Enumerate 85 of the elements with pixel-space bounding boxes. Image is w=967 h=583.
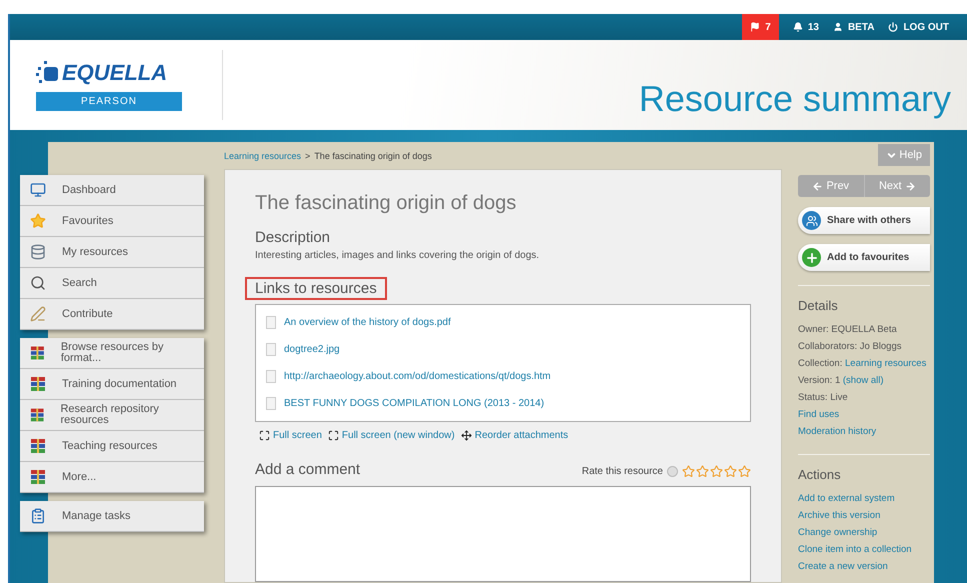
page-title: Resource summary (638, 78, 951, 120)
star-rating[interactable] (682, 465, 751, 478)
nav-item[interactable]: Training documentation (20, 369, 204, 400)
section-heading: Links to resources (245, 277, 387, 300)
rate-label: Rate this resource (582, 466, 663, 477)
people-icon (802, 211, 821, 230)
user-icon (832, 22, 843, 32)
books-icon (30, 346, 45, 360)
nav-item[interactable]: Search (20, 268, 204, 299)
nav-item[interactable]: More... (20, 462, 204, 493)
plus-icon (802, 248, 821, 267)
action-link[interactable]: Add to external system (798, 490, 930, 507)
monitor-icon (30, 182, 46, 198)
item-title: The fascinating origin of dogs (255, 192, 518, 215)
actions-heading: Actions (798, 467, 842, 482)
clipboard-icon (30, 508, 46, 524)
file-icon (266, 316, 276, 329)
section-heading: Description (255, 229, 332, 246)
user-link[interactable]: BETA (832, 14, 874, 40)
nav-item[interactable]: Favourites (20, 206, 204, 237)
star-icon (30, 213, 46, 229)
description-text: Interesting articles, images and links covering the origin of dogs. (255, 250, 540, 261)
logout-link[interactable]: LOG OUT (888, 14, 949, 40)
fullscreen-icon (259, 430, 270, 441)
nav-item[interactable]: Research repository resources (20, 400, 204, 431)
file-icon (266, 370, 276, 383)
detail-line: Status: Live (798, 391, 849, 405)
detail-link[interactable]: Moderation history (798, 423, 930, 440)
prev-button[interactable]: Prev (798, 175, 864, 197)
nav-item[interactable]: Contribute (20, 299, 204, 330)
file-icon (266, 397, 276, 410)
action-link[interactable]: Create a new version (798, 558, 930, 575)
nav-item[interactable]: My resources (20, 237, 204, 268)
move-icon (460, 430, 472, 441)
detail-line: Version: 1 (show all) (798, 374, 885, 388)
side-action-button[interactable]: Share with others (798, 207, 930, 234)
fullscreen-icon (328, 430, 339, 441)
attachment-action-link[interactable]: Full screen (new window) (328, 430, 455, 441)
books-icon (30, 470, 46, 484)
search-icon (30, 275, 46, 291)
bell-icon (792, 22, 803, 32)
flag-icon (750, 22, 760, 32)
attachment-link[interactable]: BEST FUNNY DOGS COMPILATION LONG (2013 - 2014) (284, 398, 544, 409)
attachment-link[interactable]: http://archaeology.about.com/od/domestications/qt/dogs.htm (284, 371, 551, 382)
database-icon (30, 244, 46, 260)
detail-link[interactable]: Find uses (798, 406, 930, 423)
side-action-button[interactable]: Add to favourites (798, 244, 930, 271)
detail-link[interactable]: (show all) (842, 375, 884, 386)
arrow-right-icon (904, 180, 916, 192)
attachment-link[interactable]: An overview of the history of dogs.pdf (284, 317, 451, 328)
detail-link[interactable]: Learning resources (845, 358, 926, 369)
detail-line: Collection: Learning resources (798, 357, 928, 371)
details-heading: Details (798, 298, 839, 313)
attachment-action-link[interactable]: Reorder attachments (460, 430, 568, 441)
breadcrumb-current: The fascinating origin of dogs (314, 150, 432, 160)
logo-subtitle: PEARSON (36, 92, 182, 110)
arrow-left-icon (812, 180, 824, 192)
notification-count[interactable]: 13 (792, 14, 819, 40)
clear-rating-icon[interactable] (667, 466, 678, 477)
file-icon (266, 343, 276, 356)
flag-count[interactable]: 7 (742, 14, 779, 40)
attachment-link[interactable]: dogtree2.jpg (284, 344, 340, 355)
nav-item[interactable]: Browse resources by format... (20, 338, 204, 369)
section-heading: Add a comment (255, 461, 360, 478)
action-link[interactable]: Clone item into a collection (798, 541, 930, 558)
detail-line: Owner: EQUELLA Beta (798, 323, 898, 337)
attachment-action-link[interactable]: Full screen (259, 430, 322, 441)
help-button[interactable]: Help (878, 144, 930, 166)
nav-item[interactable]: Dashboard (20, 175, 204, 206)
action-link[interactable]: Change ownership (798, 524, 930, 541)
logo-dots-icon (36, 60, 60, 84)
logo-text: EQUELLA (62, 60, 168, 86)
nav-item[interactable]: Teaching resources (20, 431, 204, 462)
action-link[interactable]: Archive this version (798, 507, 930, 524)
breadcrumb-link[interactable]: Learning resources (224, 150, 302, 160)
comment-field[interactable] (255, 486, 751, 582)
books-icon (30, 439, 46, 453)
detail-line: Collaborators: Jo Bloggs (798, 340, 902, 354)
power-icon (888, 22, 898, 32)
books-icon (30, 377, 46, 391)
next-button[interactable]: Next (864, 175, 930, 197)
pencil-icon (30, 306, 46, 322)
breadcrumb-separator: > (305, 150, 310, 160)
nav-item[interactable]: Manage tasks (20, 501, 204, 532)
books-icon (30, 408, 44, 422)
